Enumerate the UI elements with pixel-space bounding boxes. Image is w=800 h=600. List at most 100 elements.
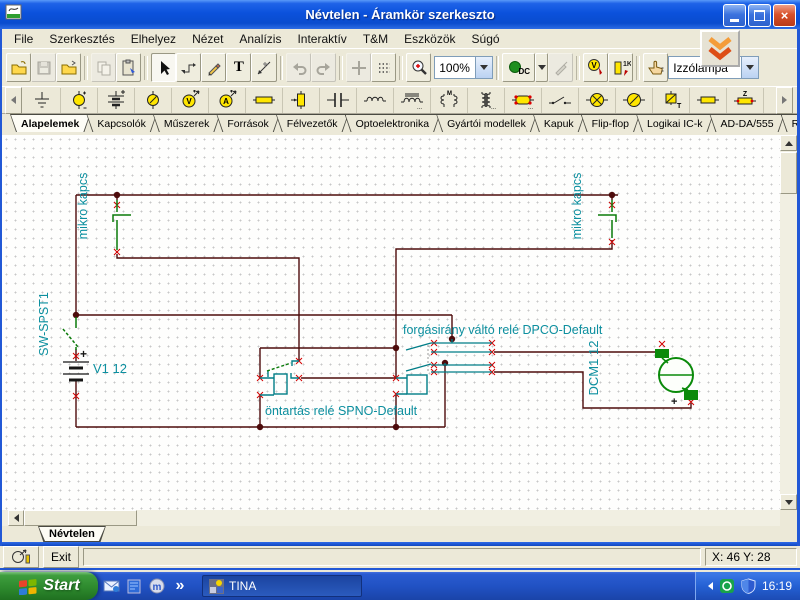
- component-transformer[interactable]: ...: [468, 87, 505, 113]
- close-button[interactable]: ×: [773, 4, 796, 27]
- component-dropdown-button[interactable]: [741, 57, 759, 78]
- tab-kapcsolok[interactable]: Kapcsolók: [86, 114, 156, 132]
- move-crosshair-button[interactable]: [346, 53, 372, 82]
- component-voltage-source[interactable]: [61, 87, 98, 113]
- component-hand-button[interactable]: [643, 53, 669, 82]
- menu-analysis[interactable]: Analízis: [231, 30, 289, 48]
- quicklaunch-messenger-icon[interactable]: m: [147, 575, 167, 597]
- menu-tm[interactable]: T&M: [355, 30, 396, 48]
- scroll-left-button[interactable]: [8, 510, 24, 526]
- component-potentiometer[interactable]: [283, 87, 320, 113]
- pencil-tool-button[interactable]: [201, 53, 227, 82]
- palette-scroll-left[interactable]: [5, 86, 22, 114]
- component-fuse[interactable]: [690, 87, 727, 113]
- clock[interactable]: 16:19: [762, 579, 792, 593]
- menu-file[interactable]: File: [6, 30, 41, 48]
- component-lamp[interactable]: [579, 87, 616, 113]
- quicklaunch-desktop-icon[interactable]: [124, 575, 144, 597]
- component-motor[interactable]: [616, 87, 653, 113]
- component-mode-button[interactable]: [3, 546, 39, 568]
- component-switch[interactable]: [542, 87, 579, 113]
- menu-insert[interactable]: Elhelyez: [123, 30, 184, 48]
- horizontal-scroll-thumb[interactable]: [24, 510, 137, 526]
- vertical-scrollbar[interactable]: [780, 135, 797, 510]
- wire-tool-button[interactable]: [176, 53, 202, 82]
- restore-button[interactable]: [748, 4, 771, 27]
- wire-trim-button[interactable]: [251, 53, 277, 82]
- component-coupled-inductors[interactable]: M: [431, 87, 468, 113]
- tab-forrasok[interactable]: Források: [216, 114, 279, 132]
- copy-button[interactable]: [91, 53, 117, 82]
- redo-button[interactable]: [311, 53, 337, 82]
- latch-relay-label[interactable]: öntartás relé SPNO-Default: [265, 404, 418, 418]
- palette-scroll-right[interactable]: [776, 86, 793, 114]
- grid-toggle-button[interactable]: [371, 53, 397, 82]
- tab-muszerek[interactable]: Műszerek: [153, 114, 221, 132]
- menu-tools[interactable]: Eszközök: [396, 30, 463, 48]
- component-iron-core-inductor[interactable]: ...: [394, 87, 431, 113]
- zoom-dropdown-button[interactable]: [474, 57, 492, 78]
- micro-switch-right-label[interactable]: mikro kapcs: [570, 173, 584, 240]
- component-voltmeter[interactable]: V: [172, 87, 209, 113]
- menu-help[interactable]: Súgó: [464, 30, 508, 48]
- component-optocoupler[interactable]: ...: [505, 87, 542, 113]
- component-ammeter[interactable]: A: [209, 87, 246, 113]
- motor-label[interactable]: DCM1 12: [586, 341, 601, 396]
- tab-gyartoi-modellek[interactable]: Gyártói modellek: [436, 114, 537, 132]
- quicklaunch-mail-icon[interactable]: [101, 575, 121, 597]
- tab-flip-flop[interactable]: Flip-flop: [581, 114, 640, 132]
- select-cursor-button[interactable]: [150, 53, 177, 82]
- dc-motor[interactable]: [655, 349, 698, 400]
- micro-switch-left-label[interactable]: mikro kapcs: [76, 173, 90, 240]
- tab-alapelemek[interactable]: Alapelemek: [10, 114, 90, 132]
- probe-tool-button[interactable]: [548, 53, 574, 82]
- exit-button[interactable]: Exit: [43, 546, 80, 568]
- dc-mode-button[interactable]: DC: [502, 53, 536, 82]
- resistor-value-tool-button[interactable]: 1K: [608, 53, 634, 82]
- latch-relay[interactable]: [260, 360, 299, 396]
- battery-label[interactable]: V1 12: [93, 361, 127, 376]
- component-capacitor[interactable]: [320, 87, 357, 113]
- tab-ad-da-555[interactable]: AD-DA/555: [709, 114, 784, 132]
- tab-optoelektronika[interactable]: Optoelektronika: [345, 114, 441, 132]
- component-battery[interactable]: [98, 87, 135, 113]
- reversing-relay-label[interactable]: forgásirány váltó relé DPCO-Default: [403, 323, 603, 337]
- micro-switch-left[interactable]: [112, 200, 131, 250]
- zoom-in-button[interactable]: [406, 53, 432, 82]
- tray-sync-icon[interactable]: [719, 578, 735, 594]
- component-impedance[interactable]: Z: [727, 87, 764, 113]
- undo-button[interactable]: [286, 53, 312, 82]
- scroll-up-button[interactable]: [780, 135, 797, 151]
- main-switch-label[interactable]: SW-SPST1: [37, 292, 51, 356]
- task-button-tina[interactable]: TINA: [202, 575, 362, 597]
- dc-mode-dropdown[interactable]: [535, 53, 549, 82]
- open-button[interactable]: [6, 53, 32, 82]
- scroll-down-button[interactable]: [780, 494, 797, 510]
- start-button[interactable]: Start: [0, 572, 98, 600]
- component-inductor[interactable]: [357, 87, 394, 113]
- quicklaunch-overflow-chevron[interactable]: »: [170, 575, 190, 597]
- menu-interactive[interactable]: Interaktív: [289, 30, 354, 48]
- component-relay[interactable]: T: [653, 87, 690, 113]
- menu-edit[interactable]: Szerkesztés: [41, 30, 122, 48]
- voltmeter-tool-button[interactable]: V: [583, 53, 609, 82]
- save-button[interactable]: [31, 53, 57, 82]
- tray-security-shield-icon[interactable]: [741, 578, 756, 594]
- battery[interactable]: [63, 361, 89, 382]
- minimize-button[interactable]: [723, 4, 746, 27]
- component-ground[interactable]: [24, 87, 61, 113]
- horizontal-scrollbar[interactable]: [2, 510, 780, 526]
- tab-felvezetok[interactable]: Félvezetők: [276, 114, 349, 132]
- zoom-level-combobox[interactable]: 100%: [434, 56, 493, 79]
- schematic-canvas[interactable]: mikro kapcs mikro kapcs SW-SPST1 + V1 12…: [2, 135, 780, 510]
- tab-kapuk[interactable]: Kapuk: [533, 114, 585, 132]
- text-tool-button[interactable]: T: [226, 53, 252, 82]
- component-signal-generator[interactable]: [135, 87, 172, 113]
- vertical-scroll-thumb[interactable]: [780, 152, 797, 194]
- tab-logikai-ic[interactable]: Logikai IC-k: [636, 114, 713, 132]
- menu-view[interactable]: Nézet: [184, 30, 231, 48]
- reversing-relay[interactable]: [396, 339, 492, 395]
- main-switch[interactable]: [62, 317, 79, 350]
- open-macro-button[interactable]: [56, 53, 82, 82]
- component-resistor[interactable]: [246, 87, 283, 113]
